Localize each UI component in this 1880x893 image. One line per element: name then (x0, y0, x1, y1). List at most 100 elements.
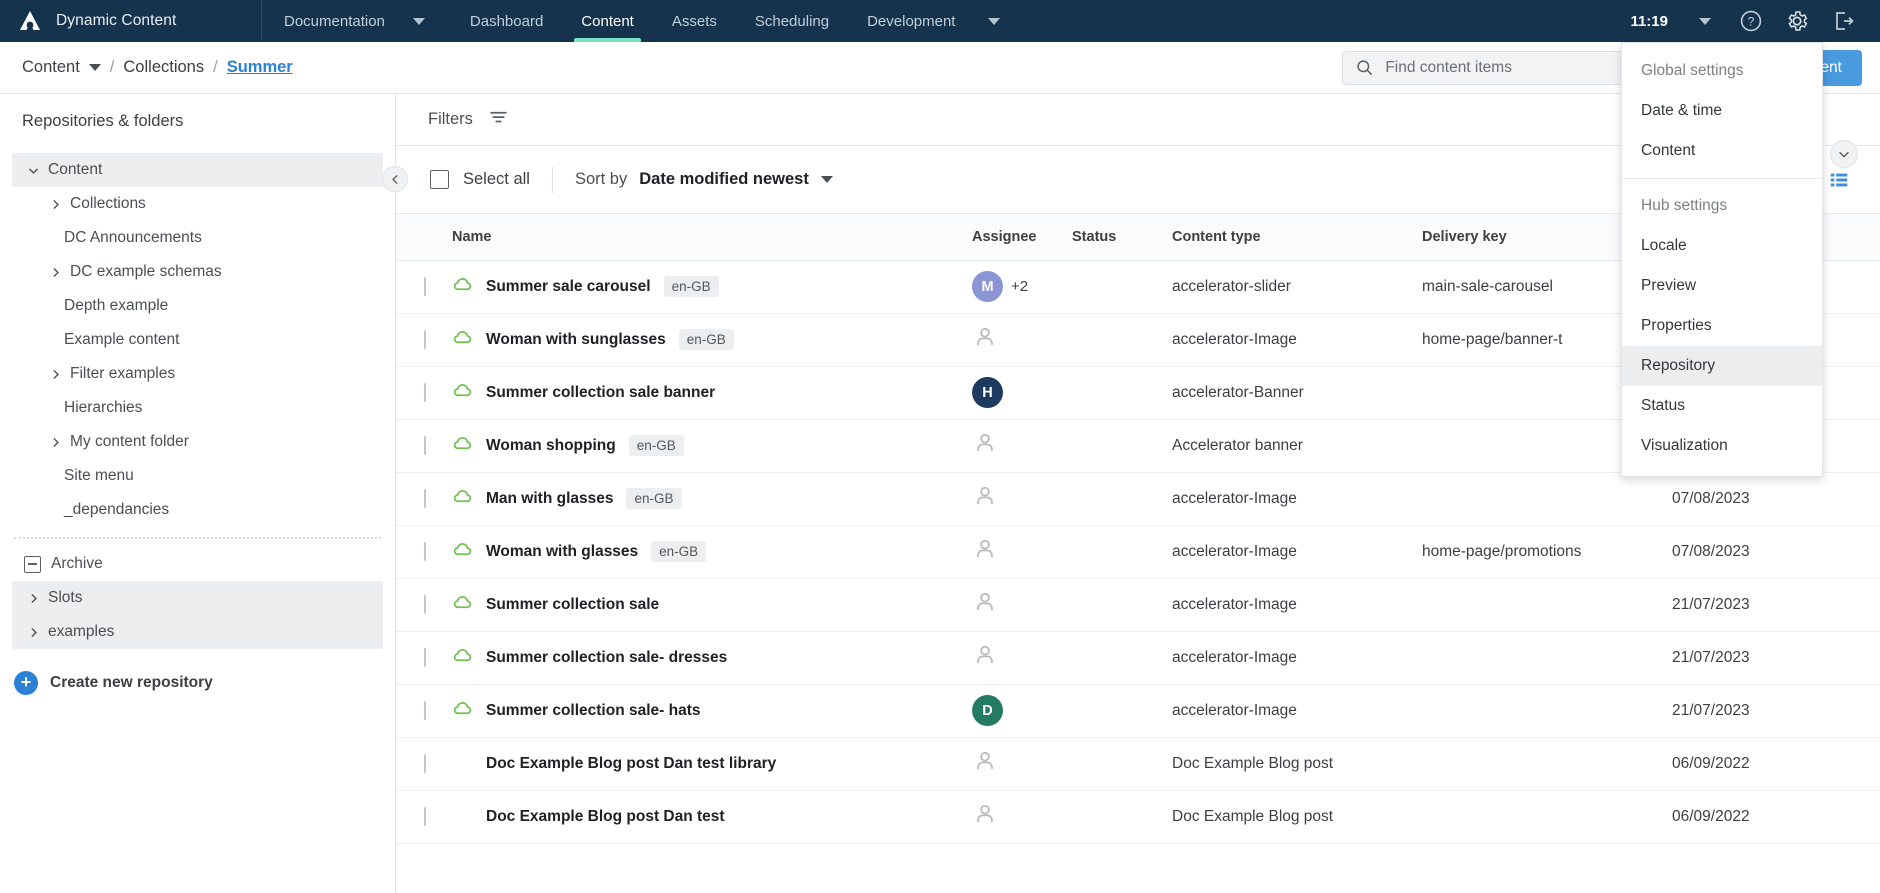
table-row[interactable]: Summer collection sale- dresses accelerat… (396, 631, 1880, 685)
row-assignee-cell[interactable] (972, 472, 1072, 526)
brand-area[interactable]: Dynamic Content (0, 0, 262, 42)
row-name-cell[interactable]: Man with glasses en-GB (452, 472, 972, 526)
list-view-button[interactable] (1820, 169, 1858, 191)
breadcrumb-collections[interactable]: Collections (123, 58, 204, 77)
row-name-cell[interactable]: Summer sale carousel en-GB (452, 260, 972, 314)
column-header-assignee[interactable]: Assignee (972, 214, 1072, 261)
row-assignee-cell[interactable] (972, 737, 1072, 791)
sidebar-item-my-content-folder[interactable]: My content folder (12, 425, 383, 459)
nav-documentation-caret[interactable] (399, 0, 451, 42)
row-assignee-cell[interactable]: D (972, 684, 1072, 738)
row-checkbox[interactable] (424, 435, 426, 455)
row-checkbox[interactable] (424, 382, 426, 402)
sidebar-item-site-menu[interactable]: Site menu (12, 459, 383, 493)
sidebar-item-hierarchies[interactable]: Hierarchies (12, 391, 383, 425)
column-header-content-type[interactable]: Content type (1172, 214, 1422, 261)
nav-item-scheduling[interactable]: Scheduling (736, 0, 848, 42)
row-name-cell[interactable]: Summer collection sale (452, 578, 972, 632)
create-new-repository-button[interactable]: + Create new repository (0, 671, 395, 695)
row-assignee-cell[interactable]: M +2 (972, 260, 1072, 314)
sidebar-collapse-button[interactable] (382, 166, 408, 192)
filter-icon[interactable] (488, 107, 509, 133)
settings-button[interactable] (1774, 0, 1820, 42)
nav-dashboard-label: Dashboard (469, 12, 544, 30)
row-assignee-cell[interactable] (972, 313, 1072, 367)
logout-button[interactable] (1820, 0, 1866, 42)
clock-dropdown-button[interactable] (1682, 0, 1728, 42)
list-view-icon (1830, 173, 1848, 186)
sidebar-item-content[interactable]: Content (12, 153, 383, 187)
sidebar-item-slots[interactable]: Slots (12, 581, 383, 615)
row-checkbox[interactable] (424, 647, 426, 667)
breadcrumb-root[interactable]: Content (22, 58, 80, 77)
row-checkbox[interactable] (424, 700, 426, 720)
row-name-cell[interactable]: Woman with sunglasses en-GB (452, 313, 972, 367)
column-header-status[interactable]: Status (1072, 214, 1172, 261)
menu-item-repository[interactable]: Repository (1622, 346, 1822, 386)
row-checkbox[interactable] (424, 329, 426, 349)
row-name-cell[interactable]: Woman shopping en-GB (452, 419, 972, 473)
row-delivery-key: home-page/promotions (1422, 525, 1672, 579)
row-assignee-cell[interactable] (972, 578, 1072, 632)
expand-panel-button[interactable] (1830, 140, 1858, 168)
menu-item-status[interactable]: Status (1622, 386, 1822, 426)
menu-item-locale[interactable]: Locale (1622, 226, 1822, 266)
table-row[interactable]: Summer collection sale accelerator-Image 2… (396, 578, 1880, 632)
row-assignee-cell[interactable]: H (972, 366, 1072, 420)
sidebar-item-filter-examples[interactable]: Filter examples (12, 357, 383, 391)
help-button[interactable]: ? (1728, 0, 1774, 42)
row-assignee-cell[interactable] (972, 525, 1072, 579)
menu-item-properties[interactable]: Properties (1622, 306, 1822, 346)
sidebar-item-example-content[interactable]: Example content (12, 323, 383, 357)
menu-item-date-time[interactable]: Date & time (1622, 91, 1822, 131)
table-row[interactable]: Summer collection sale- hats Daccelerator… (396, 684, 1880, 738)
sidebar-item-examples[interactable]: examples (12, 615, 383, 649)
table-row[interactable]: Man with glasses en-GB accelerator-Image 07… (396, 472, 1880, 526)
row-checkbox[interactable] (424, 594, 426, 614)
menu-item-content[interactable]: Content (1622, 131, 1822, 171)
row-checkbox[interactable] (424, 541, 426, 561)
sidebar-title: Repositories & folders (22, 112, 184, 130)
nav-item-dashboard[interactable]: Dashboard (451, 0, 562, 42)
row-name-cell[interactable]: Summer collection sale- hats (452, 684, 972, 738)
nav-item-documentation[interactable]: Documentation (262, 0, 399, 42)
nav-item-content[interactable]: Content (562, 0, 653, 42)
nav-content-label: Content (581, 12, 634, 30)
nav-item-development[interactable]: Development (848, 0, 974, 42)
sidebar-item-collections[interactable]: Collections (12, 187, 383, 221)
row-checkbox[interactable] (424, 753, 426, 773)
row-name-cell[interactable]: Summer collection sale banner (452, 366, 972, 420)
nav-development-caret[interactable] (974, 0, 1026, 42)
gear-icon (1788, 11, 1808, 31)
row-name-cell[interactable]: Woman with glasses en-GB (452, 525, 972, 579)
search-input[interactable]: Find content items (1385, 59, 1512, 77)
row-checkbox[interactable] (424, 276, 426, 296)
sidebar-item-archive[interactable]: Archive (12, 547, 383, 581)
row-checkbox[interactable] (424, 488, 426, 508)
menu-item-preview[interactable]: Preview (1622, 266, 1822, 306)
sort-by-value[interactable]: Date modified newest (639, 170, 809, 189)
row-checkbox[interactable] (424, 806, 426, 826)
table-row[interactable]: Woman with glasses en-GB accelerator-Image… (396, 525, 1880, 579)
sidebar-item-dependancies[interactable]: _dependancies (12, 493, 383, 527)
select-all-checkbox[interactable] (430, 170, 449, 189)
table-row[interactable]: Doc Example Blog post Dan test library Do… (396, 737, 1880, 791)
sidebar-item-dc-example-schemas[interactable]: DC example schemas (12, 255, 383, 289)
chevron-down-icon[interactable] (820, 176, 833, 183)
row-assignee-cell[interactable] (972, 790, 1072, 844)
row-name-cell[interactable]: Summer collection sale- dresses (452, 631, 972, 685)
sidebar-item-dc-announcements[interactable]: DC Announcements (12, 221, 383, 255)
chevron-down-icon[interactable] (88, 64, 101, 71)
row-assignee-cell[interactable] (972, 631, 1072, 685)
nav-item-assets[interactable]: Assets (653, 0, 736, 42)
breadcrumb-current[interactable]: Summer (227, 58, 293, 77)
column-header-name[interactable]: Name (452, 214, 972, 261)
person-placeholder-icon (977, 486, 993, 505)
table-row[interactable]: Doc Example Blog post Dan test Doc Exampl… (396, 790, 1880, 844)
row-name-cell[interactable]: Doc Example Blog post Dan test (452, 790, 972, 844)
row-name-cell[interactable]: Doc Example Blog post Dan test library (452, 737, 972, 791)
sidebar-item-depth-example[interactable]: Depth example (12, 289, 383, 323)
menu-item-visualization[interactable]: Visualization (1622, 426, 1822, 466)
cloud-icon (452, 592, 473, 618)
row-assignee-cell[interactable] (972, 419, 1072, 473)
